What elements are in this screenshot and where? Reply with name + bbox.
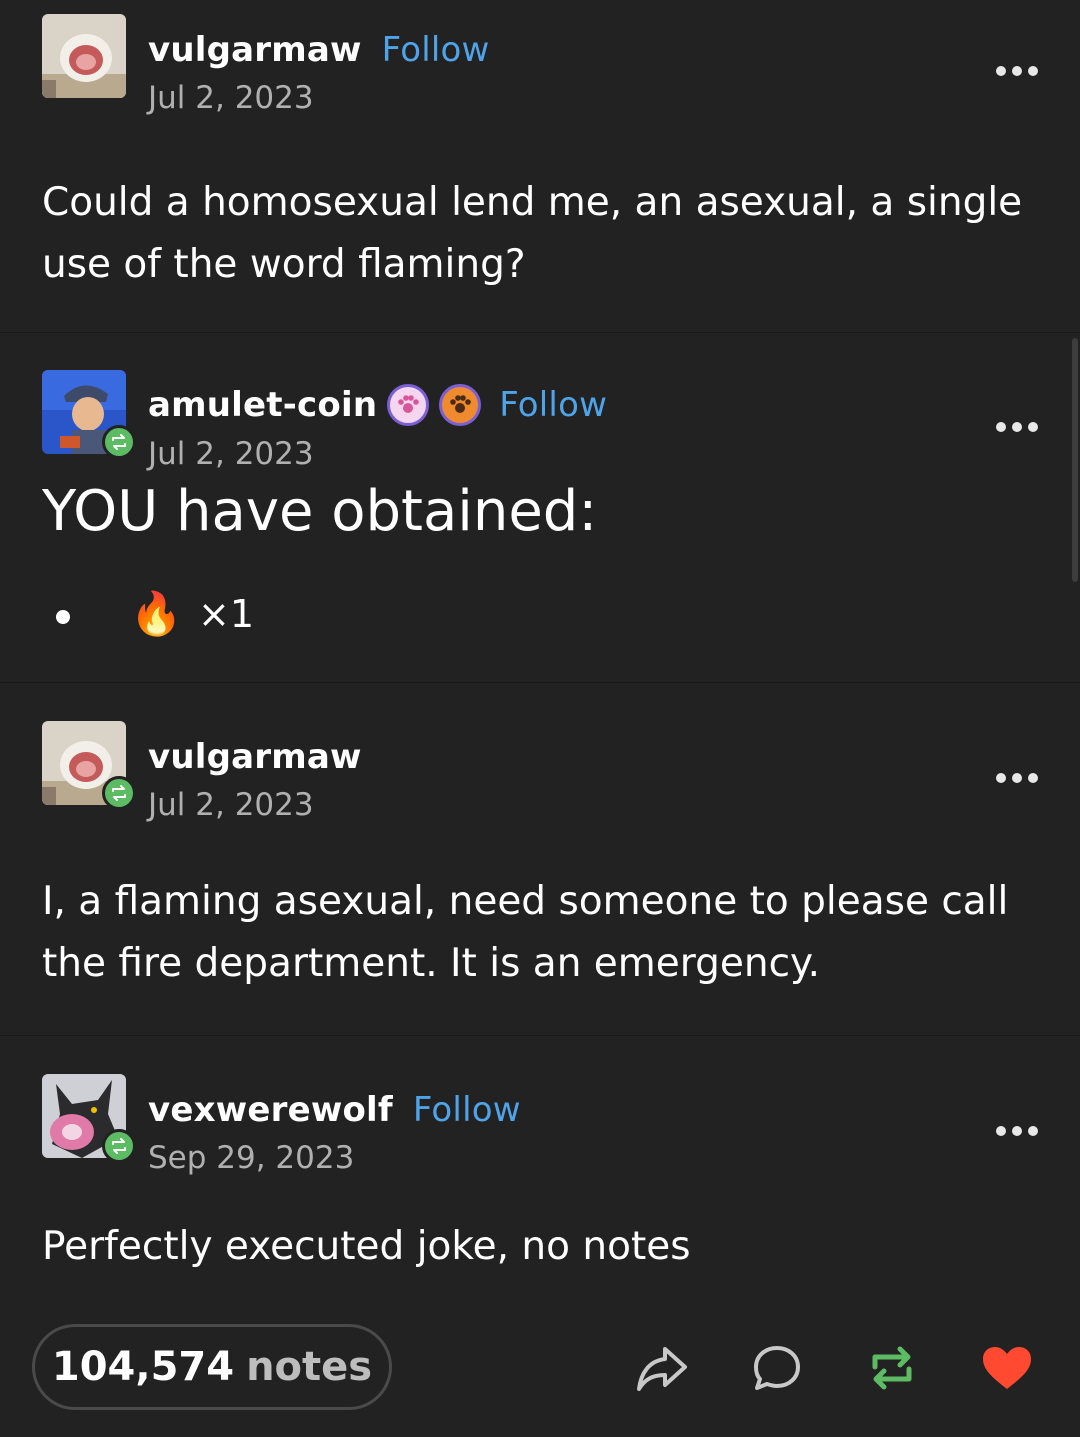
list-item: 🔥 ×1 [0,580,1080,654]
post-date: Jul 2, 2023 [148,436,314,472]
post-text: Could a homosexual lend me, an asexual, … [42,180,1023,287]
reply-icon[interactable] [749,1340,805,1396]
post-vulgarmaw-original: vulgarmaw Follow Jul 2, 2023 Could a hom… [0,0,1080,332]
username[interactable]: vexwerewolf [148,1090,393,1130]
avatar[interactable] [42,14,126,98]
avatar[interactable] [42,1074,136,1163]
reblog-badge-icon [102,776,136,810]
post-footer: 104,574 notes [0,1320,1080,1420]
paw-badge-orange-icon[interactable] [439,384,482,426]
reblog-badge-icon [102,1129,136,1163]
scrollbar[interactable] [1072,338,1078,582]
avatar[interactable] [42,721,136,810]
fire-emoji: 🔥 [130,589,183,638]
more-options-icon[interactable] [996,422,1038,432]
post-vexwerewolf: vexwerewolf Follow Sep 29, 2023 Perfectl… [0,1036,1080,1278]
follow-button[interactable]: Follow [499,385,607,425]
username[interactable]: vulgarmaw [148,737,362,777]
bullet [56,610,70,624]
follow-button[interactable]: Follow [413,1090,521,1130]
more-options-icon[interactable] [996,66,1038,76]
username[interactable]: vulgarmaw [148,30,362,70]
post-date: Jul 2, 2023 [148,787,314,823]
post-amulet-coin: amulet-coin Follow Jul 2, 2023 YOU have … [0,333,1080,654]
post-vulgarmaw-reply: vulgarmaw Jul 2, 2023 I, a flaming asexu… [0,683,1080,1035]
follow-button[interactable]: Follow [382,30,490,70]
avatar[interactable] [42,370,136,459]
post-date: Sep 29, 2023 [148,1140,355,1176]
username-row: amulet-coin Follow [148,384,607,426]
more-options-icon[interactable] [996,773,1038,783]
username-row: vexwerewolf Follow [148,1090,521,1130]
username-row: vulgarmaw [148,737,362,777]
post-header: vulgarmaw Jul 2, 2023 [0,721,1080,823]
notes-count: 104,574 [51,1344,235,1390]
username-row: vulgarmaw Follow [148,30,490,70]
post-text: Perfectly executed joke, no notes [42,1224,691,1269]
post-header: vulgarmaw Follow Jul 2, 2023 [0,14,1080,116]
item-quantity: ×1 [198,592,255,636]
post-header: amulet-coin Follow Jul 2, 2023 [0,370,1080,472]
post-heading: YOU have obtained: [42,479,598,544]
username[interactable]: amulet-coin [148,385,377,425]
notes-button[interactable]: 104,574 notes [32,1324,392,1410]
post-text: I, a flaming asexual, need someone to pl… [42,879,1009,986]
reblog-icon[interactable] [864,1340,920,1396]
notes-label: notes [246,1344,373,1390]
toilet-avatar-icon [42,14,126,98]
post-date: Jul 2, 2023 [148,80,314,116]
post-header: vexwerewolf Follow Sep 29, 2023 [0,1074,1080,1176]
reblog-badge-icon [102,425,136,459]
share-icon[interactable] [634,1340,690,1396]
paw-badge-pink-icon[interactable] [387,384,430,426]
like-icon[interactable] [979,1340,1035,1396]
more-options-icon[interactable] [996,1126,1038,1136]
